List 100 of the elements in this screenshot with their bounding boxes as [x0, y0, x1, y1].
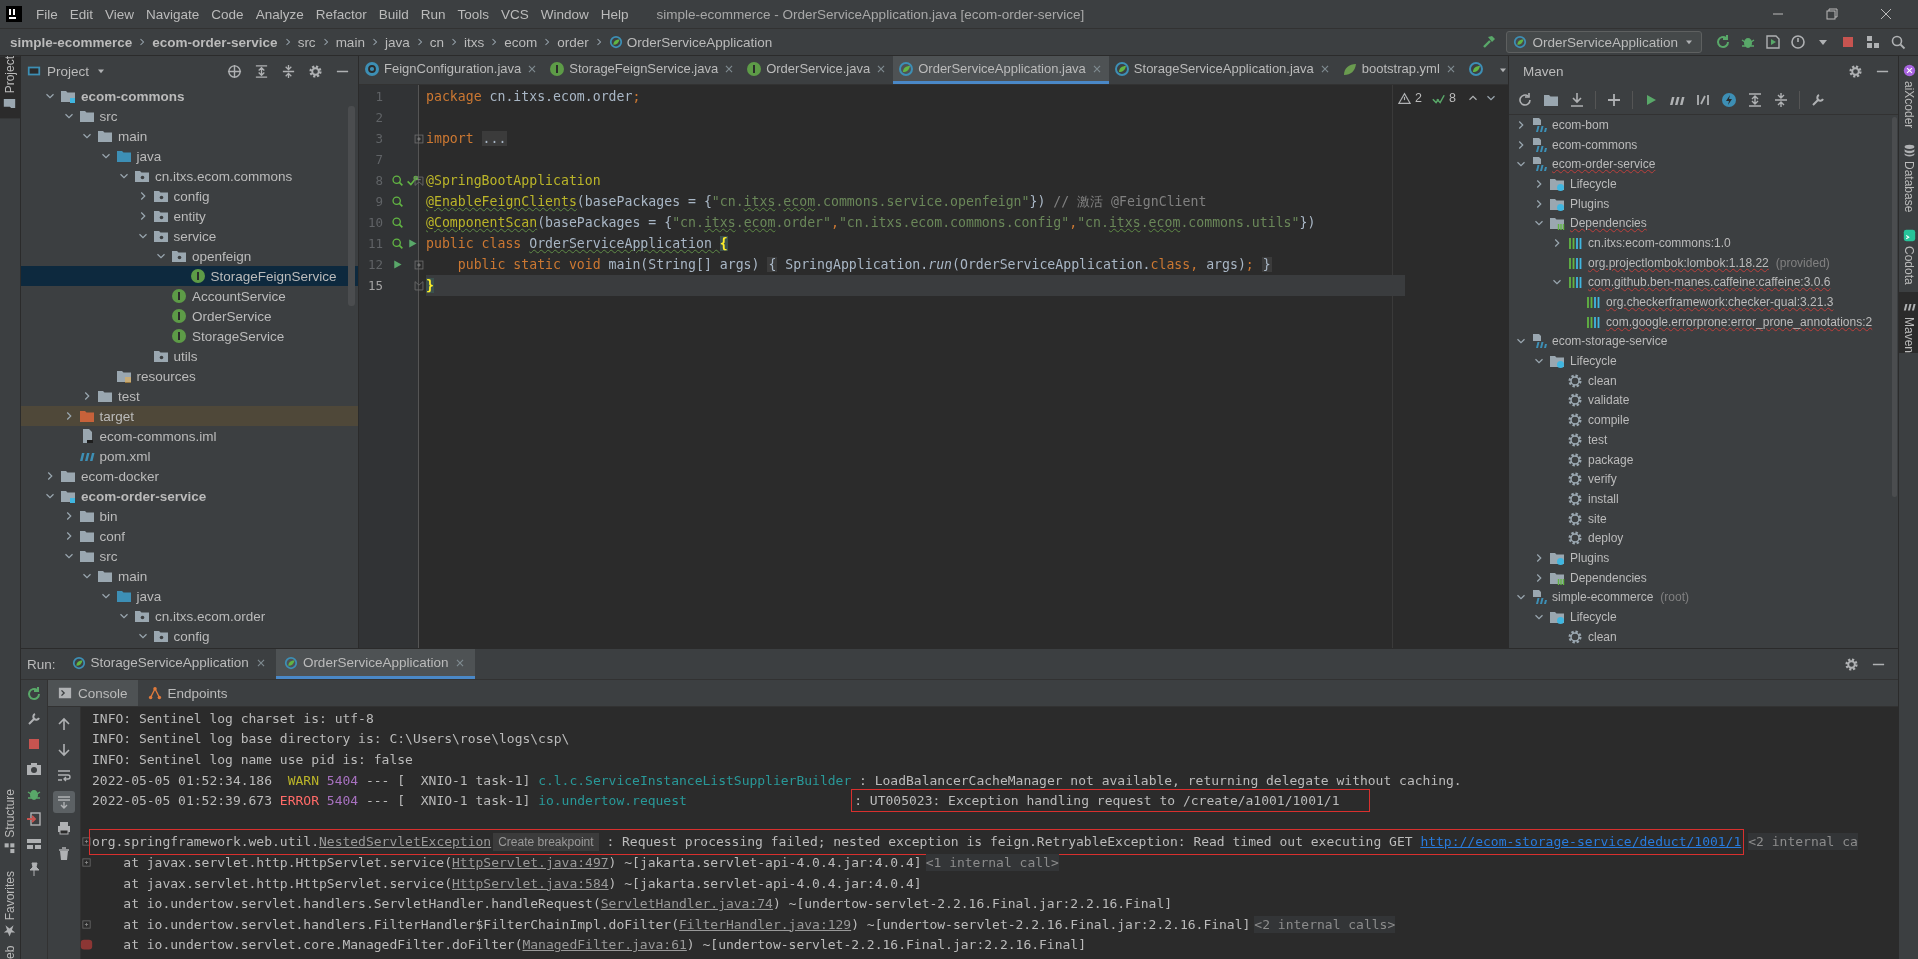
tree-item[interactable]: test — [1509, 430, 1898, 450]
menu-item[interactable]: Edit — [63, 2, 100, 26]
tool-window-tab[interactable]: Database — [1899, 136, 1918, 221]
tree-item[interactable]: com.github.ben-manes.caffeine:caffeine:3.0.6 — [1509, 272, 1898, 293]
editor-tab[interactable]: OrderServiceApplication.java — [893, 56, 1109, 84]
fold-icon[interactable] — [411, 173, 426, 188]
lightning-icon[interactable] — [1721, 92, 1737, 108]
tree-item[interactable]: ecom-commons.iml — [21, 426, 358, 446]
tree-item[interactable]: test — [21, 386, 358, 406]
tree-item[interactable]: clean — [1509, 626, 1898, 647]
fold-icon[interactable] — [80, 917, 93, 931]
source-link[interactable]: HttpServlet.java:584 — [452, 875, 609, 891]
url-link[interactable]: http://ecom-storage-service/deduct/1001/1 — [1420, 834, 1742, 850]
menu-item[interactable]: Analyze — [249, 2, 310, 26]
breadcrumb-item[interactable]: cn — [425, 31, 448, 53]
tree-item[interactable]: package — [1509, 449, 1898, 470]
tree-item[interactable]: src — [21, 546, 358, 566]
tree-item[interactable]: compile — [1509, 410, 1898, 430]
menu-item[interactable]: Build — [372, 2, 415, 26]
profiler-icon[interactable] — [1790, 34, 1806, 50]
refresh-icon[interactable] — [1517, 92, 1533, 108]
tree-item[interactable]: ecom-order-service — [1509, 154, 1898, 175]
editor-tab[interactable]: bootstrap.yml — [1336, 56, 1463, 84]
breadcrumb-item[interactable]: simple-ecommerce — [6, 31, 137, 53]
restore-window-icon[interactable] — [1824, 6, 1840, 22]
tree-item[interactable]: OrderService — [21, 306, 358, 326]
tree-item[interactable]: deploy — [1509, 528, 1898, 549]
scroll-to-end-button[interactable] — [53, 791, 75, 813]
tree-item[interactable]: Lifecycle — [1509, 174, 1898, 194]
collapse-all-icon[interactable] — [1773, 92, 1789, 108]
tree-item[interactable]: openfeign — [21, 246, 358, 266]
editor-tab[interactable]: FeignConfiguration.java — [359, 56, 545, 84]
tree-item[interactable]: simple-ecommerce (root) — [1509, 587, 1898, 608]
search-icon[interactable] — [1890, 34, 1906, 50]
menu-item[interactable]: Run — [414, 2, 452, 26]
editor-tab[interactable]: StorageFeignService.java — [544, 56, 742, 84]
run-icon[interactable] — [391, 258, 404, 271]
create-breakpoint-hint[interactable]: Create breakpoint — [493, 832, 599, 851]
stop-icon[interactable] — [1840, 34, 1856, 50]
tree-item[interactable]: org.projectlombok:lombok:1.18.22 (provided) — [1509, 252, 1898, 273]
run-icon[interactable] — [406, 237, 419, 250]
breadcrumb-item[interactable]: OrderServiceApplication — [604, 31, 777, 53]
skip-tests-icon[interactable] — [1695, 92, 1711, 108]
tree-item[interactable]: com.google.errorprone:error_prone_annotations:2 — [1509, 311, 1898, 332]
menu-item[interactable]: VCS — [495, 2, 535, 26]
expand-all-icon[interactable] — [1747, 92, 1763, 108]
source-link[interactable]: ServletHandler.java:74 — [600, 896, 773, 912]
tree-item[interactable]: install — [1509, 489, 1898, 509]
exit-icon[interactable] — [26, 811, 42, 827]
wrench-icon[interactable] — [1810, 92, 1826, 108]
settings-icon[interactable] — [308, 63, 323, 79]
expand-all-icon[interactable] — [254, 63, 269, 79]
tree-item[interactable]: main — [21, 566, 358, 586]
tree-item[interactable]: org.checkerframework:checker-qual:3.21.3 — [1509, 292, 1898, 312]
tree-item[interactable]: Lifecycle — [1509, 351, 1898, 371]
project-structure-icon[interactable] — [1865, 34, 1881, 50]
editor-tab[interactable]: StorageServiceApplication.java — [1108, 56, 1337, 84]
tree-item[interactable]: cn.itxs.ecom.order — [21, 606, 358, 626]
tree-item[interactable]: utils — [21, 346, 358, 366]
tree-item[interactable]: Dependencies — [1509, 213, 1898, 234]
tree-item[interactable]: bin — [21, 506, 358, 526]
tree-item[interactable]: StorageService — [21, 326, 358, 346]
tree-item[interactable]: validate — [1509, 390, 1898, 411]
menu-item[interactable]: Refactor — [309, 2, 373, 26]
source-link[interactable]: ManagedFilter.java:61 — [522, 937, 687, 953]
tree-item[interactable]: verify — [1509, 469, 1898, 490]
fold-icon[interactable] — [80, 835, 93, 849]
tool-window-tab[interactable]: Codota — [1899, 220, 1918, 293]
editor-tab[interactable]: OrderService.java — [741, 56, 894, 84]
breadcrumb-item[interactable]: src — [293, 31, 320, 53]
tree-item[interactable]: main — [21, 126, 358, 146]
breadcrumb-item[interactable]: itxs — [459, 31, 489, 53]
tree-item[interactable]: Plugins — [1509, 548, 1898, 568]
breadcrumb-item[interactable]: ecom — [500, 31, 542, 53]
tree-item[interactable]: service — [21, 226, 358, 246]
hammer-icon[interactable] — [1481, 34, 1498, 50]
download-icon[interactable] — [1569, 92, 1585, 108]
camera-icon[interactable] — [26, 761, 42, 777]
breadcrumb-item[interactable]: ecom-order-service — [148, 31, 282, 53]
tree-item[interactable]: ecom-storage-service — [1509, 331, 1898, 352]
console-tab[interactable]: Endpoints — [137, 680, 238, 706]
tool-window-tab[interactable]: Favorites — [0, 862, 20, 945]
internal-calls-toggle[interactable]: <1 internal call> — [925, 853, 1059, 871]
tree-item[interactable]: site — [1509, 508, 1898, 529]
tree-item[interactable]: ecom-commons — [21, 86, 358, 106]
tree-item[interactable]: ecom-commons — [1509, 134, 1898, 155]
internal-calls-toggle[interactable]: <2 internal calls> — [1254, 915, 1396, 933]
tree-item[interactable]: AccountService — [21, 286, 358, 306]
fold-icon[interactable] — [80, 855, 93, 869]
source-link[interactable]: NestedServletException — [319, 834, 492, 850]
menu-item[interactable]: View — [99, 2, 141, 26]
run-icon[interactable] — [1715, 34, 1731, 50]
menu-item[interactable]: Code — [205, 2, 250, 26]
tree-item[interactable]: clean — [1509, 370, 1898, 391]
tree-item[interactable]: Plugins — [1509, 193, 1898, 214]
run-tab[interactable]: StorageServiceApplication — [63, 649, 276, 679]
plus-icon[interactable] — [1606, 92, 1622, 108]
tree-item[interactable]: entity — [21, 206, 358, 226]
tree-item[interactable]: pom.xml — [21, 446, 358, 466]
tree-item[interactable]: resources — [21, 366, 358, 386]
